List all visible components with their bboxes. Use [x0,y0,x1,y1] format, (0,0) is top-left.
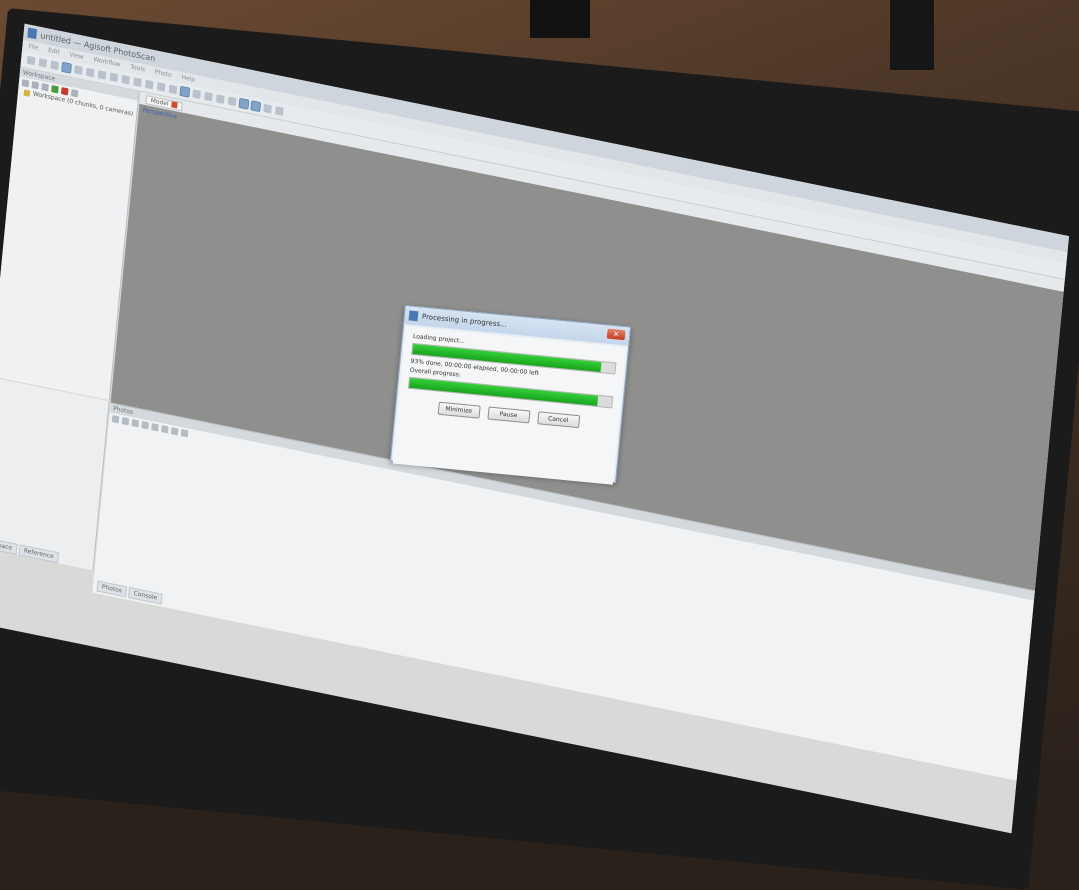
monitor-stand [530,0,590,38]
redo-icon[interactable] [168,84,178,95]
view-mode-icon[interactable] [179,85,191,98]
dialog-close-button[interactable]: ✕ [606,328,626,341]
trackball-icon[interactable] [263,103,272,114]
solid-icon[interactable] [215,94,225,104]
menu-tools[interactable]: Tools [130,64,145,74]
workspace-icon [23,89,31,97]
close-tab-icon[interactable] [171,101,178,109]
open-icon[interactable] [38,58,48,68]
minimize-button[interactable]: Minimize [437,401,481,419]
move-icon[interactable] [97,70,107,80]
rotate-right-icon[interactable] [121,417,130,426]
tab-model-label: Model [150,96,169,108]
workspace-tabs: Workspace Reference [0,535,60,564]
rotate-icon[interactable] [109,72,119,83]
cancel-button[interactable]: Cancel [536,411,580,429]
select-icon[interactable] [61,61,72,74]
resize-icon[interactable] [121,74,130,85]
undo-icon[interactable] [156,82,166,92]
crop-icon[interactable] [144,79,154,90]
menu-help[interactable]: Help [181,74,195,84]
pause-button[interactable]: Pause [486,406,530,424]
monitor-post [890,0,934,70]
save-icon[interactable] [50,60,60,71]
cameras-icon[interactable] [238,97,250,110]
disable-icon[interactable] [61,87,69,96]
dialog-app-icon [408,310,419,322]
crosshair-icon[interactable] [275,106,284,116]
progress-dialog: Processing in progress... ✕ Loading proj… [389,305,631,485]
menu-file[interactable]: File [28,43,39,52]
tab-console[interactable]: Console [128,586,163,605]
remove-icon[interactable] [70,89,79,98]
workspace-lower-pane: Workspace Reference [0,377,110,571]
tab-workspace[interactable]: Workspace [0,535,18,555]
tab-photos[interactable]: Photos [96,580,128,598]
mask-icon[interactable] [141,421,149,430]
photos-tabs: Photos Console [96,580,163,605]
wireframe-icon[interactable] [204,91,213,102]
brush-icon[interactable] [151,423,159,432]
enable-icon[interactable] [51,85,59,94]
menu-edit[interactable]: Edit [48,47,60,56]
dialog-body: Loading project... 93% done, 00:00:00 el… [392,326,626,485]
textured-icon[interactable] [227,96,237,107]
region-icon[interactable] [250,100,262,113]
add-photos-icon[interactable] [31,81,40,90]
remove-photo-icon[interactable] [131,419,140,428]
app-icon [27,27,38,40]
delete-icon[interactable] [133,77,142,87]
dialog-title: Processing in progress... [421,312,508,329]
thumbnail-size-icon[interactable] [180,429,189,438]
list-view-icon[interactable] [170,427,179,436]
rect-select-icon[interactable] [74,65,83,75]
menu-view[interactable]: View [69,51,84,61]
rotate-left-icon[interactable] [111,415,120,424]
grid-view-icon[interactable] [161,425,169,434]
add-chunk-icon[interactable] [21,79,30,88]
circle-select-icon[interactable] [85,67,95,78]
new-icon[interactable] [26,55,36,66]
points-icon[interactable] [192,89,201,99]
tab-reference[interactable]: Reference [18,544,60,564]
add-folder-icon[interactable] [41,83,49,92]
